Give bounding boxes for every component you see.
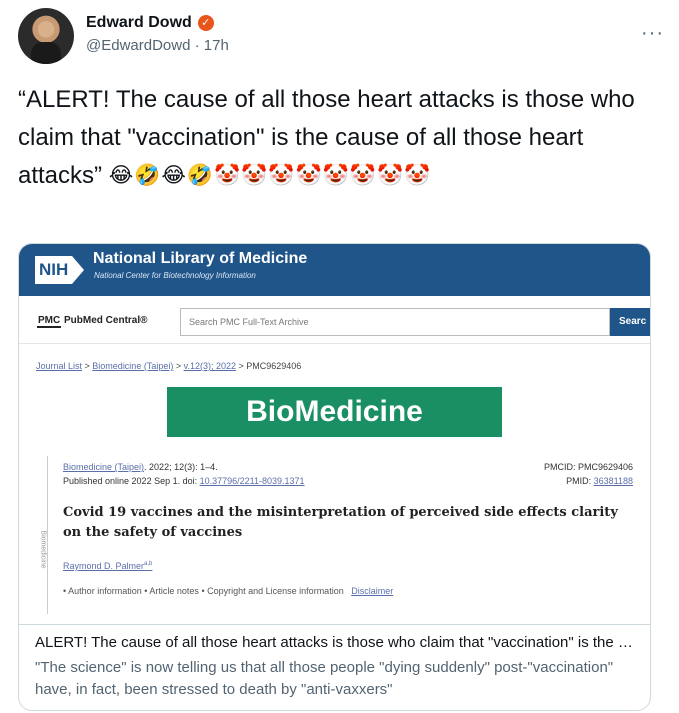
article-header: Biomedicine Biomedicine (Taipei). 2022; … — [40, 456, 637, 614]
link-card[interactable]: NIH National Library of Medicine Nationa… — [18, 243, 651, 711]
pmc-logo: PMC PubMed Central® — [37, 315, 148, 328]
article-author-sup: a,b — [144, 561, 153, 567]
nlm-subtitle: National Center for Biotechnology Inform… — [94, 271, 256, 280]
author-handle[interactable]: @EdwardDowd — [86, 37, 190, 54]
citation-pmid: 36381188 — [593, 476, 633, 486]
breadcrumb-sep: > — [173, 361, 184, 371]
citation-journal: Biomedicine (Taipei) — [63, 462, 145, 472]
more-options-icon[interactable]: ··· — [641, 22, 664, 45]
emoji-sequence: 😂🤣😂🤣🤡🤡🤡🤡🤡🤡🤡🤡 — [108, 164, 432, 187]
breadcrumb-journal: Biomedicine (Taipei) — [92, 361, 174, 371]
info-article-notes: Article notes — [149, 586, 199, 596]
info-bullet: • — [144, 586, 148, 596]
tweet-time[interactable]: 17h — [204, 37, 229, 54]
nih-header-bar: NIH National Library of Medicine Nationa… — [19, 244, 650, 296]
meta-separator: · — [194, 37, 200, 54]
card-footer[interactable]: ALERT! The cause of all those heart atta… — [19, 624, 650, 710]
info-copyright: Copyright and License information — [207, 586, 344, 596]
citation-pmcid: PMCID: PMC9629406 — [543, 462, 633, 472]
breadcrumb-sep: > — [235, 361, 247, 371]
citation-volume: . 2022; 12(3): 1–4. — [144, 462, 218, 472]
article-title: Covid 19 vaccines and the misinterpretat… — [63, 505, 618, 540]
info-disclaimer: Disclaimer — [351, 586, 394, 596]
author-name[interactable]: Edward Dowd — [86, 14, 192, 32]
citation-published: Published online 2022 Sep 1. doi: — [63, 476, 198, 486]
info-bullet: • — [201, 586, 205, 596]
card-description: "The science" is now telling us that all… — [35, 659, 614, 698]
breadcrumb-current: PMC9629406 — [246, 361, 302, 371]
breadcrumb-sep: > — [82, 361, 93, 371]
tweet-text: “ALERT! The cause of all those heart att… — [18, 81, 668, 195]
nih-logo: NIH — [35, 256, 85, 284]
article-author-name: Raymond D. Palmer — [63, 561, 145, 571]
citation-pmid-label: PMID: — [566, 476, 592, 486]
tweet-header: Edward Dowd ✓ @EdwardDowd · 17h ··· — [18, 8, 668, 68]
breadcrumb-issue: v.12(3); 2022 — [183, 361, 236, 371]
meta-row: @EdwardDowd · 17h — [86, 37, 229, 54]
article-author: Raymond D. Palmera,b — [63, 561, 152, 571]
citation-right: PMCID: PMC9629406 PMID: 36381188 — [544, 460, 633, 488]
verified-badge-icon: ✓ — [197, 15, 214, 31]
biomedicine-banner: BioMedicine — [167, 387, 502, 437]
pmc-search-row: PMC PubMed Central® Search PMC Full-Text… — [19, 304, 650, 344]
name-row: Edward Dowd ✓ — [86, 14, 214, 32]
pmc-search-input: Search PMC Full-Text Archive — [180, 308, 610, 336]
article-info-row: • Author information • Article notes • C… — [63, 586, 393, 596]
breadcrumb-journal-list: Journal List — [36, 361, 83, 371]
pmc-logo-mark: PMC — [37, 315, 62, 328]
pmc-search-button: Searc — [610, 308, 650, 336]
avatar[interactable] — [18, 8, 74, 64]
info-author-information: Author information — [68, 586, 142, 596]
side-journal-label: Biomedicine — [39, 530, 47, 569]
card-title[interactable]: ALERT! The cause of all those heart atta… — [35, 633, 634, 653]
pmc-logo-text: PubMed Central® — [64, 315, 148, 326]
info-bullet: • — [63, 586, 67, 596]
citation-left: Biomedicine (Taipei). 2022; 12(3): 1–4. … — [63, 460, 305, 488]
breadcrumb: Journal List > Biomedicine (Taipei) > v.… — [36, 361, 301, 371]
nlm-title: National Library of Medicine — [93, 250, 308, 267]
citation-doi: 10.37796/2211-8039.1371 — [199, 476, 305, 486]
card-image[interactable]: NIH National Library of Medicine Nationa… — [19, 244, 650, 624]
